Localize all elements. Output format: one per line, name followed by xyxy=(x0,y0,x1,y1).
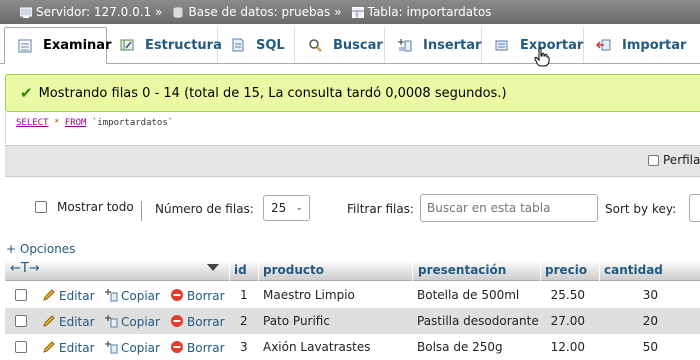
pencil-icon xyxy=(42,340,56,354)
cell-producto: Maestro Limpio xyxy=(263,288,355,302)
filter-label: Filtrar filas: xyxy=(347,202,414,216)
delete-link[interactable]: Borrar xyxy=(170,314,225,329)
column-header-producto[interactable]: producto xyxy=(263,263,324,277)
copy-link[interactable]: Copiar xyxy=(104,340,160,355)
profiling-checkbox[interactable] xyxy=(648,154,659,166)
sort-key-label: Sort by key: xyxy=(605,202,677,216)
filter-input-placeholder: Buscar en esta tabla xyxy=(427,201,551,215)
show-all-checkbox[interactable] xyxy=(35,201,47,213)
tab-structure[interactable]: Estructura xyxy=(107,27,222,63)
breadcrumb-table[interactable]: Tabla: importardatos xyxy=(368,5,492,19)
sql-keyword-select[interactable]: SELECT xyxy=(16,118,49,128)
sort-arrow-icon[interactable] xyxy=(207,264,219,271)
breadcrumb-database[interactable]: Base de datos: pruebas xyxy=(189,5,331,19)
profiling-option[interactable]: Perfilando xyxy=(648,153,700,167)
export-icon xyxy=(494,37,510,53)
sql-icon xyxy=(230,37,246,53)
search-icon xyxy=(307,37,323,53)
delete-icon xyxy=(170,288,184,302)
breadcrumb-server[interactable]: Servidor: 127.0.0.1 xyxy=(36,5,151,19)
browse-icon xyxy=(17,38,33,54)
structure-icon xyxy=(119,37,135,53)
cell-id: 3 xyxy=(240,340,248,354)
pencil-icon xyxy=(42,314,56,328)
row-checkbox[interactable] xyxy=(15,289,27,301)
cell-presentacion: Pastilla desodorante xyxy=(417,314,539,328)
column-header-precio[interactable]: precio xyxy=(545,263,587,277)
rows-label: Número de filas: xyxy=(155,202,254,216)
cell-cantidad: 30 xyxy=(642,288,658,302)
row-checkbox[interactable] xyxy=(15,315,27,327)
breadcrumb: Servidor: 127.0.0.1 » Base de datos: pru… xyxy=(0,0,700,24)
table-row: Editar Copiar Borrar 2 Pato Purific Past… xyxy=(5,308,700,334)
cell-cantidad: 20 xyxy=(642,314,658,328)
table-icon xyxy=(351,6,364,18)
tab-search[interactable]: Buscar xyxy=(295,27,385,63)
cell-producto: Pato Purific xyxy=(263,314,330,328)
profiling-label: Perfilando xyxy=(663,153,700,167)
edit-link[interactable]: Editar xyxy=(42,340,95,355)
filter-input[interactable]: Buscar en esta tabla xyxy=(420,194,598,222)
cell-precio: 27.00 xyxy=(550,314,585,328)
cell-precio: 25.50 xyxy=(550,288,585,302)
sql-keyword-from[interactable]: FROM xyxy=(65,118,87,128)
cell-producto: Axión Lavatrastes xyxy=(263,340,371,354)
sql-star: * xyxy=(53,118,60,128)
show-all-label: Mostrar todo xyxy=(57,200,134,214)
show-all-option[interactable]: Mostrar todo xyxy=(35,200,134,214)
sort-key-select[interactable] xyxy=(689,194,700,222)
delete-link[interactable]: Borrar xyxy=(170,288,225,303)
tab-browse[interactable]: Examinar xyxy=(4,27,111,64)
edit-link[interactable]: Editar xyxy=(42,288,95,303)
rows-select[interactable]: 25 ⌄ xyxy=(263,195,310,221)
row-checkbox[interactable] xyxy=(15,341,27,353)
cell-id: 2 xyxy=(240,314,248,328)
delete-link[interactable]: Borrar xyxy=(170,340,225,355)
column-header-presentacion[interactable]: presentación xyxy=(418,263,506,277)
copy-icon xyxy=(104,340,118,354)
navigation-bar: Mostrar todo Número de filas: 25 ⌄ Filtr… xyxy=(0,190,700,226)
success-message: ✔ Mostrando filas 0 - 14 (total de 15, L… xyxy=(5,74,700,112)
cell-precio: 12.00 xyxy=(550,340,585,354)
column-header-cantidad[interactable]: cantidad xyxy=(604,263,663,277)
chevron-down-icon: ⌄ xyxy=(295,203,303,213)
insert-icon xyxy=(397,37,413,53)
pencil-icon xyxy=(42,288,56,302)
server-icon xyxy=(19,7,33,18)
edit-link[interactable]: Editar xyxy=(42,314,95,329)
copy-link[interactable]: Copiar xyxy=(104,288,160,303)
tab-insert[interactable]: Insertar xyxy=(385,27,482,63)
options-link[interactable]: + Opciones xyxy=(6,242,75,256)
query-tools-bar: Perfilando xyxy=(5,145,700,177)
cell-id: 1 xyxy=(240,288,248,302)
success-message-text: Mostrando filas 0 - 14 (total de 15, La … xyxy=(38,85,507,101)
copy-icon xyxy=(104,314,118,328)
tab-sql[interactable]: SQL xyxy=(218,27,295,63)
table-header: ←T→ id producto presentación precio cant… xyxy=(5,260,700,281)
check-icon: ✔ xyxy=(20,84,33,102)
column-resize-arrows-icon[interactable]: ←T→ xyxy=(10,261,40,276)
database-icon xyxy=(173,6,185,18)
delete-icon xyxy=(170,314,184,328)
hand-cursor-icon xyxy=(534,47,550,71)
tab-bar: Examinar Estructura SQL Buscar Insertar … xyxy=(0,24,700,67)
import-icon xyxy=(595,37,612,53)
tab-import[interactable]: Importar xyxy=(584,27,686,63)
copy-icon xyxy=(104,288,118,302)
column-header-id[interactable]: id xyxy=(234,263,247,277)
delete-icon xyxy=(170,340,184,354)
copy-link[interactable]: Copiar xyxy=(104,314,160,329)
cell-cantidad: 50 xyxy=(642,340,658,354)
table-row: Editar Copiar Borrar 3 Axión Lavatrastes… xyxy=(5,334,700,360)
cell-presentacion: Botella de 500ml xyxy=(417,288,520,302)
rows-select-value: 25 xyxy=(271,201,287,215)
table-row: Editar Copiar Borrar 1 Maestro Limpio Bo… xyxy=(5,282,700,308)
nav-divider xyxy=(141,201,142,221)
sql-table-name: `importardatos` xyxy=(91,118,174,128)
tab-export[interactable]: Exportar xyxy=(482,27,584,67)
sql-query: SELECT * FROM `importardatos` xyxy=(5,112,700,144)
cell-presentacion: Bolsa de 250g xyxy=(417,340,503,354)
